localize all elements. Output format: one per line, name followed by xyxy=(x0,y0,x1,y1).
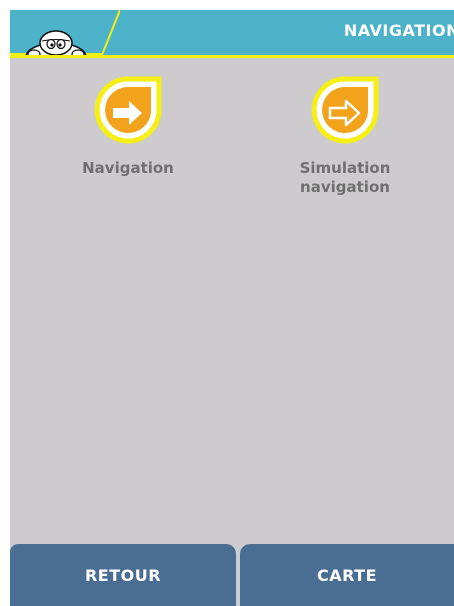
page-title: NAVIGATION xyxy=(343,21,454,40)
app-screen: NAVIGATION Navigation Simulation navigat… xyxy=(10,10,454,606)
arrow-right-icon xyxy=(94,76,162,144)
logo-area xyxy=(10,10,121,55)
michelin-bibendum-icon xyxy=(10,10,121,55)
menu-item-simulation-navigation[interactable]: Simulation navigation xyxy=(275,75,415,197)
back-button-label: RETOUR xyxy=(84,565,162,585)
menu-item-navigation[interactable]: Navigation xyxy=(58,75,198,178)
header-bar: NAVIGATION xyxy=(10,10,454,58)
outlined-arrow-right-icon xyxy=(311,76,379,144)
menu-item-label: Navigation xyxy=(82,159,174,177)
map-button-label: CARTE xyxy=(316,565,378,585)
map-button[interactable]: CARTE xyxy=(240,544,454,606)
back-button[interactable]: RETOUR xyxy=(10,544,236,606)
menu-item-label: Simulation navigation xyxy=(299,159,391,196)
